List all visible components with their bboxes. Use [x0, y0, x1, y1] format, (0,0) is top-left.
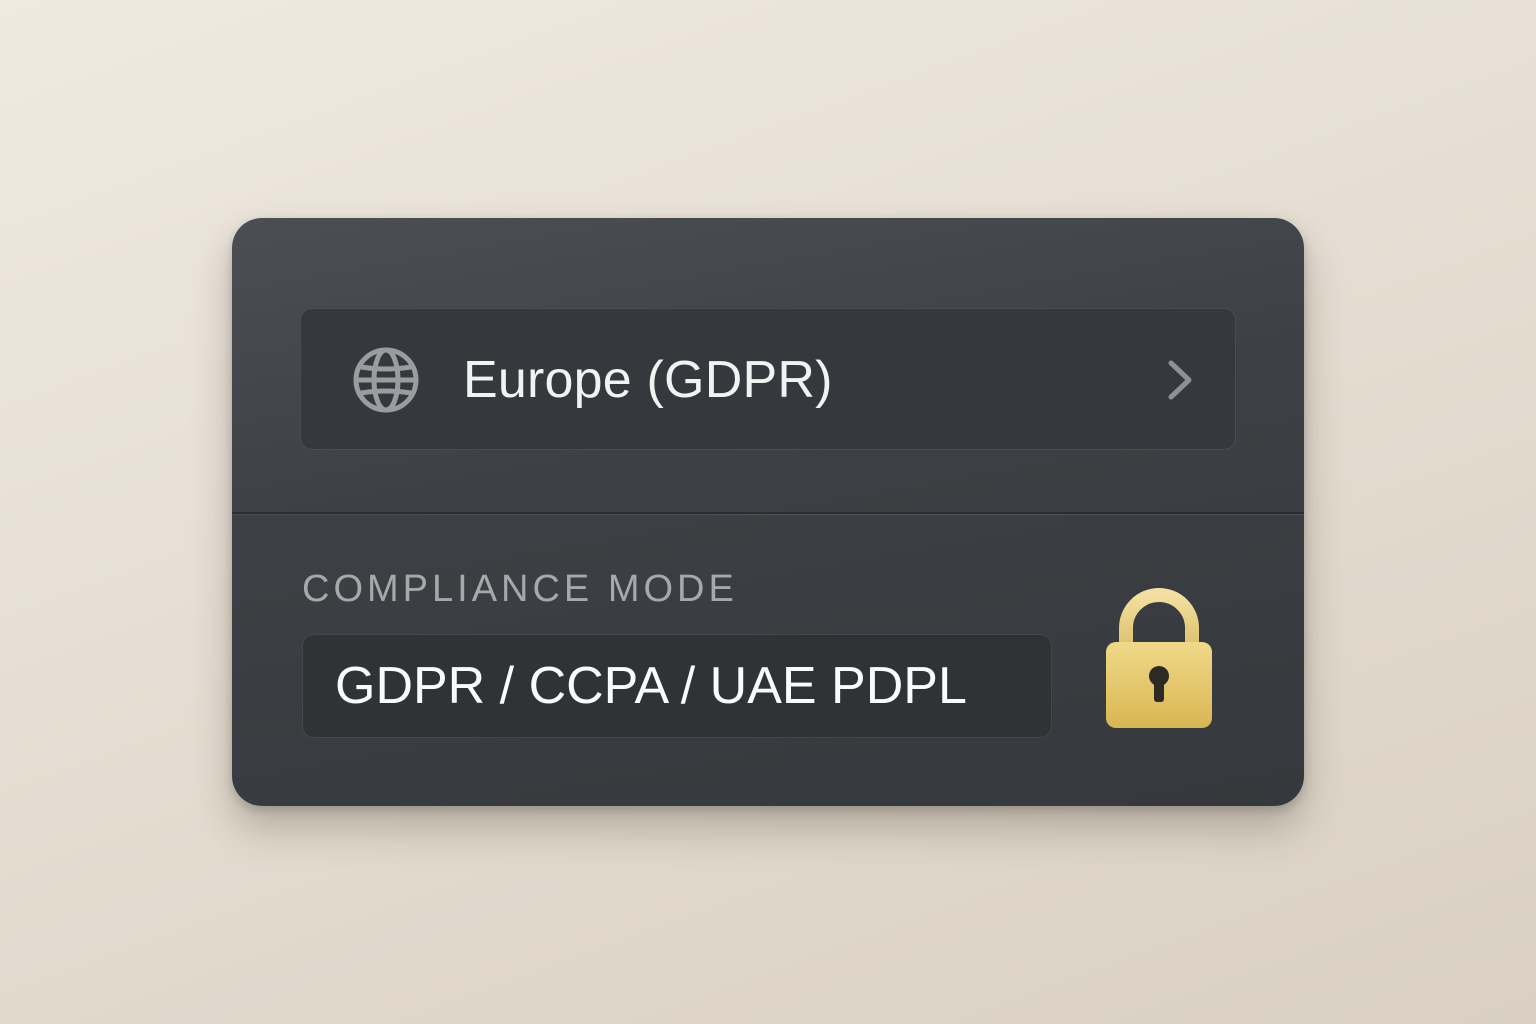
region-label: Europe (GDPR)	[463, 351, 833, 409]
lock-icon	[1106, 588, 1212, 728]
chevron-right-icon	[1168, 360, 1192, 400]
section-divider	[232, 512, 1304, 515]
globe-icon	[353, 347, 419, 413]
compliance-mode-value: GDPR / CCPA / UAE PDPL	[335, 657, 967, 715]
region-selector-row[interactable]: Europe (GDPR)	[300, 308, 1236, 450]
compliance-mode-label: COMPLIANCE MODE	[302, 568, 738, 610]
compliance-mode-field: GDPR / CCPA / UAE PDPL	[302, 634, 1052, 738]
compliance-settings-card: Europe (GDPR) COMPLIANCE MODE GDPR / CCP…	[232, 218, 1304, 806]
